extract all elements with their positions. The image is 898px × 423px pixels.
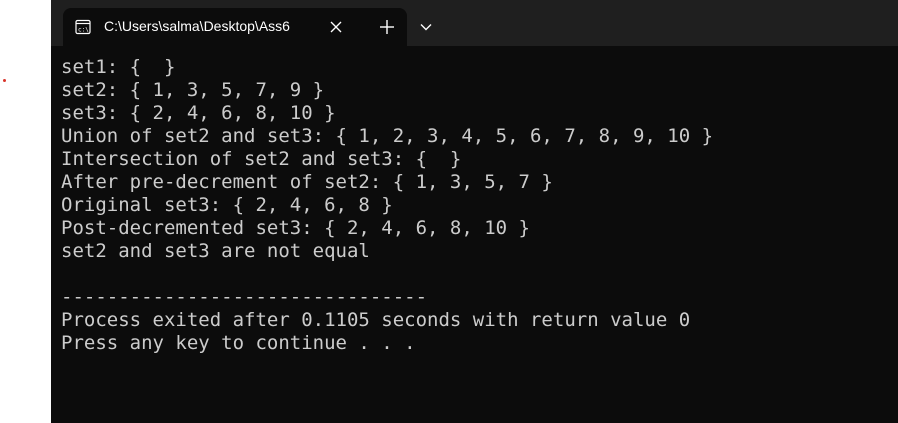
console-line: set2 and set3 are not equal: [61, 240, 370, 262]
console-line: Post-decremented set3: { 2, 4, 6, 8, 10 …: [61, 217, 530, 239]
console-line: Intersection of set2 and set3: { }: [61, 148, 462, 170]
console-line: After pre-decrement of set2: { 1, 3, 5, …: [61, 171, 553, 193]
console-line: set2: { 1, 3, 5, 7, 9 }: [61, 79, 325, 101]
stray-red-dot: [3, 79, 6, 82]
console-line: set1: { }: [61, 56, 176, 78]
chevron-down-icon[interactable]: [417, 18, 435, 36]
title-bar: c:\ C:\Users\salma\Desktop\Ass6: [51, 0, 898, 46]
console-line: Original set3: { 2, 4, 6, 8 }: [61, 194, 393, 216]
console-separator: --------------------------------: [61, 286, 428, 308]
console-line: Union of set2 and set3: { 1, 2, 3, 4, 5,…: [61, 125, 714, 147]
tab-title: C:\Users\salma\Desktop\Ass6: [104, 18, 290, 34]
console-line: set3: { 2, 4, 6, 8, 10 }: [61, 102, 336, 124]
continue-prompt: Press any key to continue . . .: [61, 332, 416, 354]
console-output[interactable]: set1: { } set2: { 1, 3, 5, 7, 9 } set3: { …: [61, 56, 713, 355]
close-icon[interactable]: [326, 17, 346, 37]
terminal-icon: c:\: [75, 19, 91, 35]
plus-icon[interactable]: [377, 17, 397, 37]
process-exit-message: Process exited after 0.1105 seconds with…: [61, 309, 691, 331]
terminal-tab[interactable]: c:\ C:\Users\salma\Desktop\Ass6: [63, 8, 407, 46]
svg-text:c:\: c:\: [78, 27, 89, 34]
terminal-window: c:\ C:\Users\salma\Desktop\Ass6 set1: { …: [51, 0, 898, 423]
